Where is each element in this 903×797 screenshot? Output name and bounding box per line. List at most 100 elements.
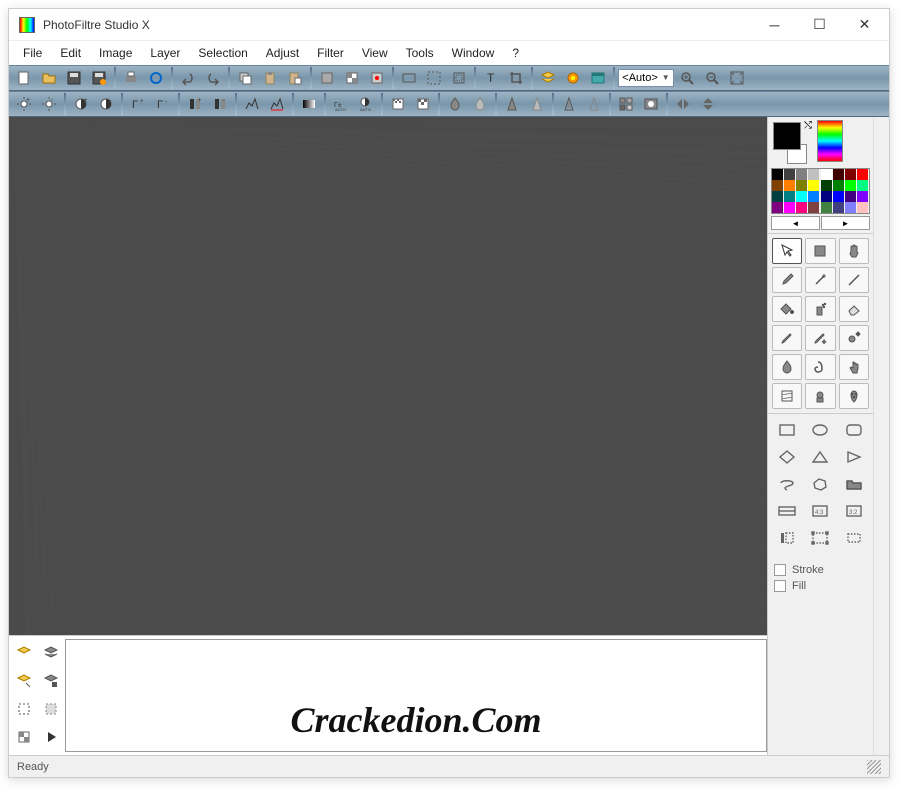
palette-swatch[interactable] [784, 191, 795, 202]
selection-color-tool[interactable] [805, 238, 835, 264]
layer-hide-icon[interactable] [40, 698, 62, 720]
menu-view[interactable]: View [354, 43, 396, 63]
layers-icon[interactable] [536, 67, 560, 89]
palette-swatch[interactable] [808, 169, 819, 180]
explorer-icon[interactable] [586, 67, 610, 89]
node-sel-icon[interactable] [805, 526, 835, 550]
preview-strip[interactable]: Crackedion.Com [65, 639, 767, 752]
zoom-in-icon[interactable] [675, 67, 699, 89]
brightness-minus-icon[interactable]: - [37, 93, 61, 115]
blur-more-icon[interactable] [468, 93, 492, 115]
vertical-scrollbar[interactable] [873, 117, 889, 755]
menu-image[interactable]: Image [91, 43, 140, 63]
clone-tool[interactable] [839, 325, 869, 351]
save-icon[interactable] [62, 67, 86, 89]
nozzle-tool[interactable] [839, 383, 869, 409]
palette-swatch[interactable] [784, 180, 795, 191]
copy-icon[interactable] [233, 67, 257, 89]
menu-edit[interactable]: Edit [52, 43, 89, 63]
palette-swatch[interactable] [821, 191, 832, 202]
palette-swatch[interactable] [833, 191, 844, 202]
palette-swatch[interactable] [772, 202, 783, 213]
relief-icon[interactable] [557, 93, 581, 115]
saturation-plus-icon[interactable]: + [183, 93, 207, 115]
new-icon[interactable] [12, 67, 36, 89]
shape-ellipse[interactable] [805, 418, 835, 442]
fill-tool[interactable] [772, 296, 802, 322]
ratio-wh[interactable] [772, 499, 802, 523]
save-as-icon[interactable] [87, 67, 111, 89]
layer-new-icon[interactable] [13, 642, 35, 664]
menu-adjust[interactable]: Adjust [258, 43, 307, 63]
grayscale-icon[interactable] [297, 93, 321, 115]
text-sel-icon[interactable] [772, 526, 802, 550]
blur-icon[interactable] [443, 93, 467, 115]
gamma-minus-icon[interactable]: Γ- [151, 93, 175, 115]
line-tool[interactable] [839, 267, 869, 293]
dither2-icon[interactable] [411, 93, 435, 115]
magic-wand-tool[interactable] [805, 267, 835, 293]
maximize-button[interactable]: ☐ [797, 11, 842, 39]
flip-h-icon[interactable] [671, 93, 695, 115]
plugins-icon[interactable] [561, 67, 585, 89]
palette-swatch[interactable] [857, 180, 868, 191]
layer-fx-icon[interactable] [365, 67, 389, 89]
paste-special-icon[interactable] [283, 67, 307, 89]
palette-swatch[interactable] [857, 202, 868, 213]
palette-swatch[interactable] [821, 202, 832, 213]
sharpen-more-icon[interactable] [525, 93, 549, 115]
retouch-tool[interactable] [805, 383, 835, 409]
palette-swatch[interactable] [833, 180, 844, 191]
menu-window[interactable]: Window [444, 43, 503, 63]
sharpen-icon[interactable] [500, 93, 524, 115]
canvas[interactable] [9, 117, 767, 635]
eyedropper-tool[interactable] [772, 267, 802, 293]
palette-swatch[interactable] [857, 169, 868, 180]
fill-checkbox[interactable]: Fill [774, 580, 867, 592]
shape-rounded[interactable] [839, 418, 869, 442]
saturation-minus-icon[interactable]: - [208, 93, 232, 115]
smudge-tool[interactable] [805, 354, 835, 380]
photomask-icon[interactable] [639, 93, 663, 115]
palette-swatch[interactable] [833, 169, 844, 180]
palette-swatch[interactable] [796, 202, 807, 213]
open-icon[interactable] [37, 67, 61, 89]
palette-swatch[interactable] [796, 169, 807, 180]
rainbow-picker[interactable] [817, 120, 843, 162]
menu-selection[interactable]: Selection [190, 43, 255, 63]
layer-sel-icon[interactable] [13, 698, 35, 720]
menu-help[interactable]: ? [504, 43, 527, 63]
layer-save-icon[interactable] [40, 670, 62, 692]
palette-swatch[interactable] [808, 202, 819, 213]
palette-swatch[interactable] [796, 180, 807, 191]
palette-swatch[interactable] [821, 180, 832, 191]
palette-swatch[interactable] [772, 191, 783, 202]
print-icon[interactable] [119, 67, 143, 89]
undo-icon[interactable] [176, 67, 200, 89]
swap-colors-icon[interactable]: ⤭ [804, 120, 812, 131]
eraser-tool[interactable] [839, 296, 869, 322]
dither-icon[interactable] [386, 93, 410, 115]
palette-next[interactable]: ► [821, 216, 870, 230]
ratio-32[interactable]: 3:2 [839, 499, 869, 523]
fg-bg-swatch[interactable]: ⤭ [771, 120, 815, 164]
layer-blank-icon[interactable] [315, 67, 339, 89]
palette-swatch[interactable] [845, 202, 856, 213]
palette-swatch[interactable] [808, 191, 819, 202]
layer-checker-icon[interactable] [13, 726, 35, 748]
layer-play-icon[interactable] [40, 726, 62, 748]
histogram-icon[interactable] [240, 93, 264, 115]
palette-swatch[interactable] [833, 202, 844, 213]
shape-rtriangle[interactable] [839, 445, 869, 469]
shape-polygon[interactable] [805, 472, 835, 496]
fullscreen-icon[interactable] [725, 67, 749, 89]
contrast-plus-icon[interactable]: + [69, 93, 93, 115]
brightness-plus-icon[interactable]: + [12, 93, 36, 115]
fit-icon[interactable] [447, 67, 471, 89]
palette-swatch[interactable] [784, 169, 795, 180]
palette-swatch[interactable] [845, 169, 856, 180]
redo-icon[interactable] [201, 67, 225, 89]
layer-open-icon[interactable] [13, 670, 35, 692]
palette-swatch[interactable] [796, 191, 807, 202]
zoom-out-icon[interactable] [700, 67, 724, 89]
